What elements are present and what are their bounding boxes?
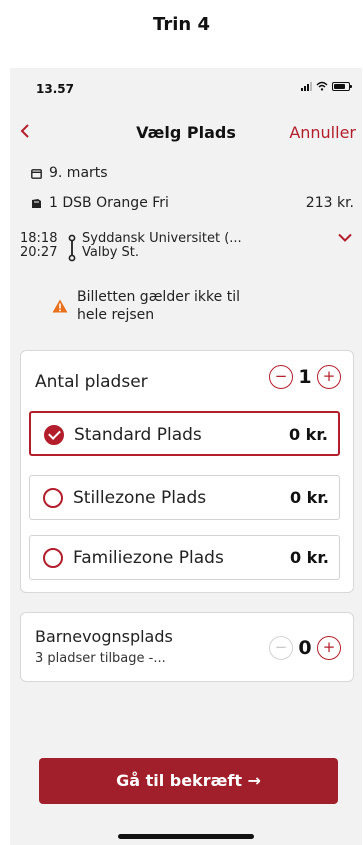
trip-date: 9. marts	[31, 165, 108, 181]
ticket-icon	[32, 198, 41, 208]
seat-count-label: Antal pladser	[35, 372, 148, 392]
seat-option-price: 0 kr.	[289, 548, 329, 567]
depart-time: 18:18	[20, 231, 58, 246]
go-to-confirm-button[interactable]: Gå til bekræft →	[39, 758, 338, 804]
ticket-summary: 1 DSB Orange Fri	[31, 195, 169, 211]
journey-stations: Syddansk Universitet (... Valby St.	[82, 232, 242, 260]
battery-icon	[332, 81, 352, 91]
seat-increment-button[interactable]: +	[317, 365, 341, 389]
radio-circle-icon	[43, 488, 63, 508]
stroller-count-value: 0	[298, 637, 312, 659]
seat-count-value: 1	[298, 366, 312, 388]
journey-times: 18:18 20:27	[20, 232, 57, 260]
seat-option-label: Standard Plads	[74, 425, 202, 445]
seat-option-price: 0 kr.	[289, 488, 329, 507]
seat-option-label: Stillezone Plads	[73, 488, 207, 508]
check-circle-icon	[44, 425, 64, 445]
stroller-subtitle: 3 pladser tilbage -...	[35, 651, 166, 666]
stroller-increment-button[interactable]: +	[317, 636, 341, 660]
route-line-icon	[68, 234, 76, 262]
seat-selection-card: Antal pladser − 1 + Standard Plads 0 kr.…	[20, 350, 354, 593]
seat-option-price: 0 kr.	[288, 425, 328, 444]
arrive-time: 20:27	[20, 245, 58, 260]
warning-text: Billetten gælder ikke til hele rejsen	[77, 288, 240, 324]
journey-row[interactable]: 18:18 20:27 Syddansk Universitet (... Va…	[20, 232, 356, 268]
seat-option-familiezone[interactable]: Familiezone Plads 0 kr.	[29, 535, 340, 580]
cancel-button[interactable]: Annuller	[289, 123, 356, 142]
trip-date-text: 9. marts	[49, 165, 108, 181]
stroller-card: Barnevognsplads 3 pladser tilbage -... −…	[20, 612, 354, 682]
stroller-decrement-button[interactable]: −	[269, 636, 293, 660]
step-title: Trin 4	[153, 14, 210, 35]
radio-circle-icon	[43, 548, 63, 568]
ticket-price: 213 kr.	[305, 195, 354, 211]
warning-line-1: Billetten gælder ikke til	[77, 289, 240, 305]
to-station: Valby St.	[82, 245, 140, 260]
status-time: 13.57	[36, 82, 74, 96]
seat-count-stepper: − 1 +	[269, 365, 341, 389]
seat-option-stillezone[interactable]: Stillezone Plads 0 kr.	[29, 475, 340, 520]
ticket-name: 1 DSB Orange Fri	[49, 195, 169, 211]
seat-decrement-button[interactable]: −	[269, 365, 293, 389]
chevron-down-icon[interactable]	[338, 233, 352, 243]
stroller-title: Barnevognsplads	[35, 627, 173, 646]
seat-option-label: Familiezone Plads	[73, 548, 224, 568]
phone-screen: 13.57 Vælg Plads Annuller 9. marts 1 DSB…	[10, 68, 362, 845]
warning-icon	[52, 299, 68, 313]
warning-line-2: hele rejsen	[77, 307, 155, 323]
status-bar: 13.57	[10, 68, 362, 108]
home-indicator[interactable]	[118, 834, 254, 839]
from-station: Syddansk Universitet (...	[82, 231, 242, 246]
calendar-icon	[31, 168, 42, 179]
seat-option-standard[interactable]: Standard Plads 0 kr.	[29, 411, 340, 456]
status-icons	[301, 81, 352, 91]
stroller-stepper: − 0 +	[269, 636, 341, 660]
signal-icon	[301, 81, 312, 91]
wifi-icon	[316, 81, 328, 91]
nav-bar: Vælg Plads Annuller	[10, 120, 362, 146]
